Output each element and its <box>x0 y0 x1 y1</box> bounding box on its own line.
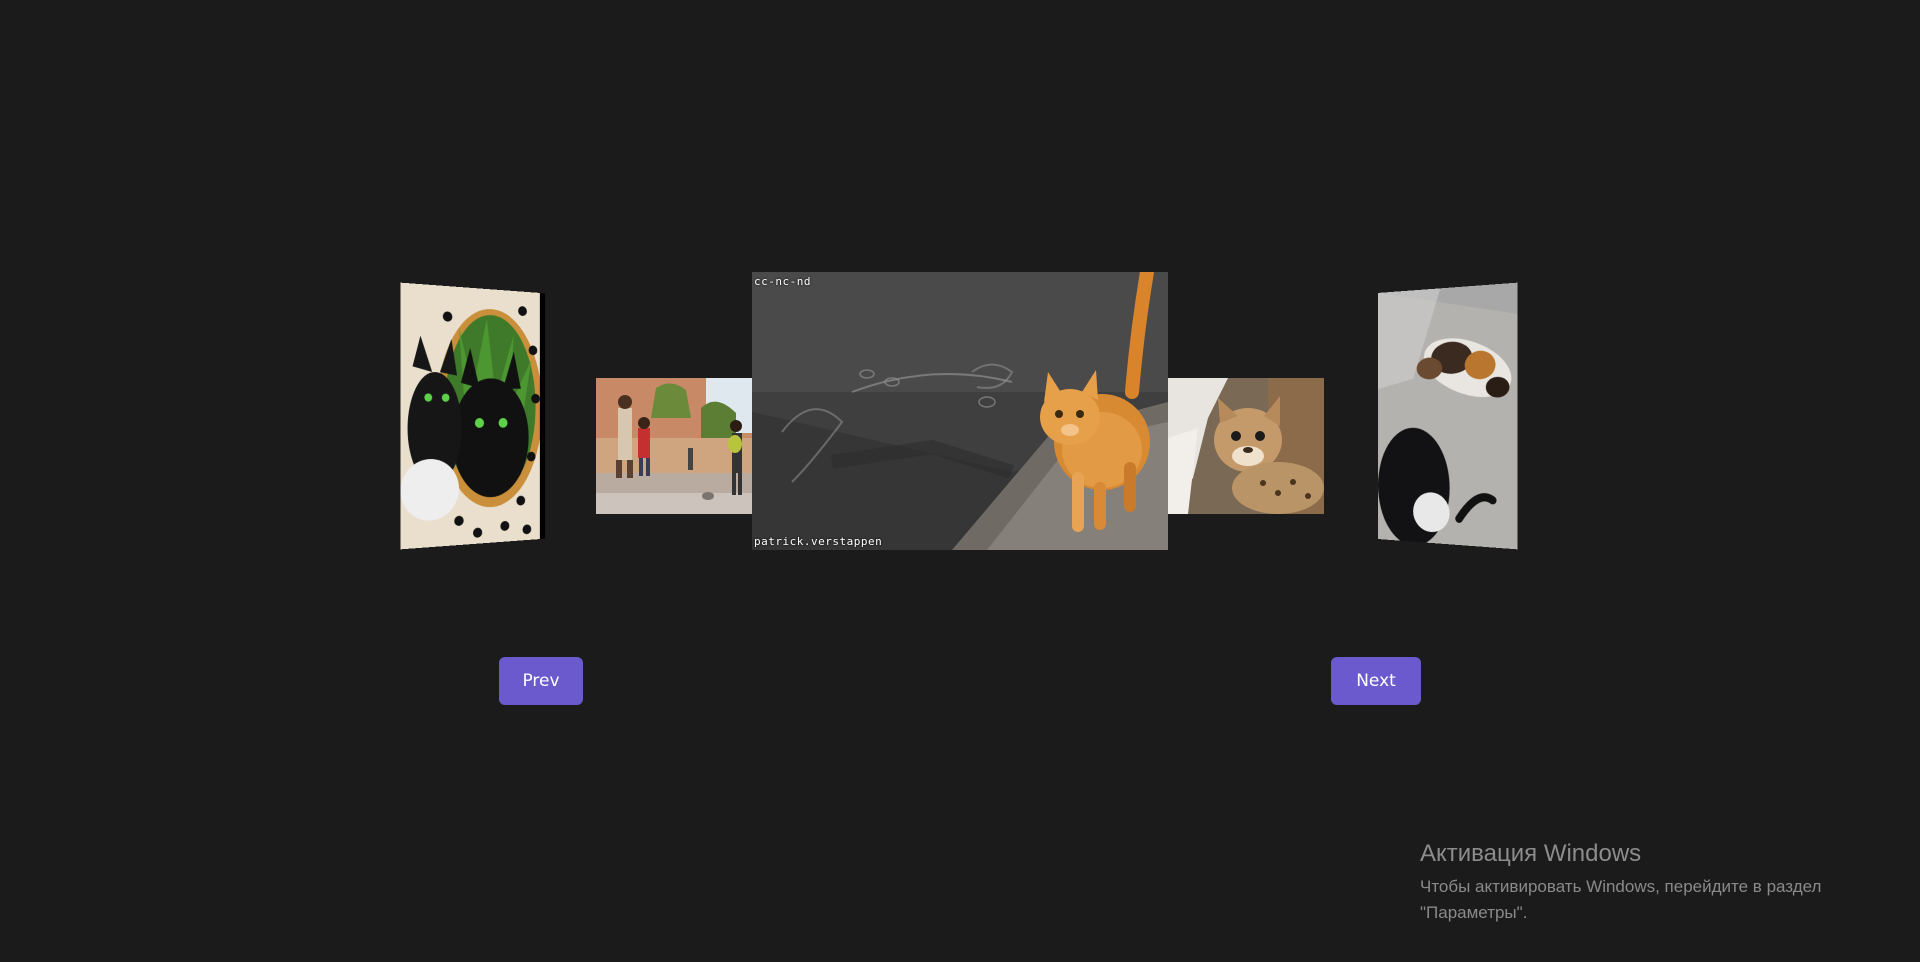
next-button[interactable]: Next <box>1331 657 1421 705</box>
black-cats-image <box>400 282 540 550</box>
street-image <box>596 378 752 514</box>
prev-button[interactable]: Prev <box>499 657 583 705</box>
slide-street-walkers[interactable] <box>596 378 752 514</box>
photo-author-caption: patrick.verstappen <box>754 535 883 548</box>
orange-cat-image <box>752 272 1168 550</box>
carousel-stage: cc-nc-nd patrick.verstappen Prev Next Ак… <box>0 0 1920 962</box>
photo-license-caption: cc-nc-nd <box>754 275 811 288</box>
calico-cats-image <box>1378 282 1518 550</box>
slide-black-cats[interactable] <box>400 282 540 550</box>
activation-title: Активация Windows <box>1420 840 1642 867</box>
slide-orange-cat[interactable]: cc-nc-nd patrick.verstappen <box>752 272 1168 550</box>
activation-line-1: Чтобы активировать Windows, перейдите в … <box>1420 877 1822 896</box>
slide-cub[interactable] <box>1168 378 1324 514</box>
slide-calico-cats[interactable] <box>1378 282 1518 550</box>
activation-line-2: "Параметры". <box>1420 903 1528 922</box>
windows-activation-watermark: Активация Windows Чтобы активировать Win… <box>1420 840 1821 926</box>
cub-image <box>1168 378 1324 514</box>
